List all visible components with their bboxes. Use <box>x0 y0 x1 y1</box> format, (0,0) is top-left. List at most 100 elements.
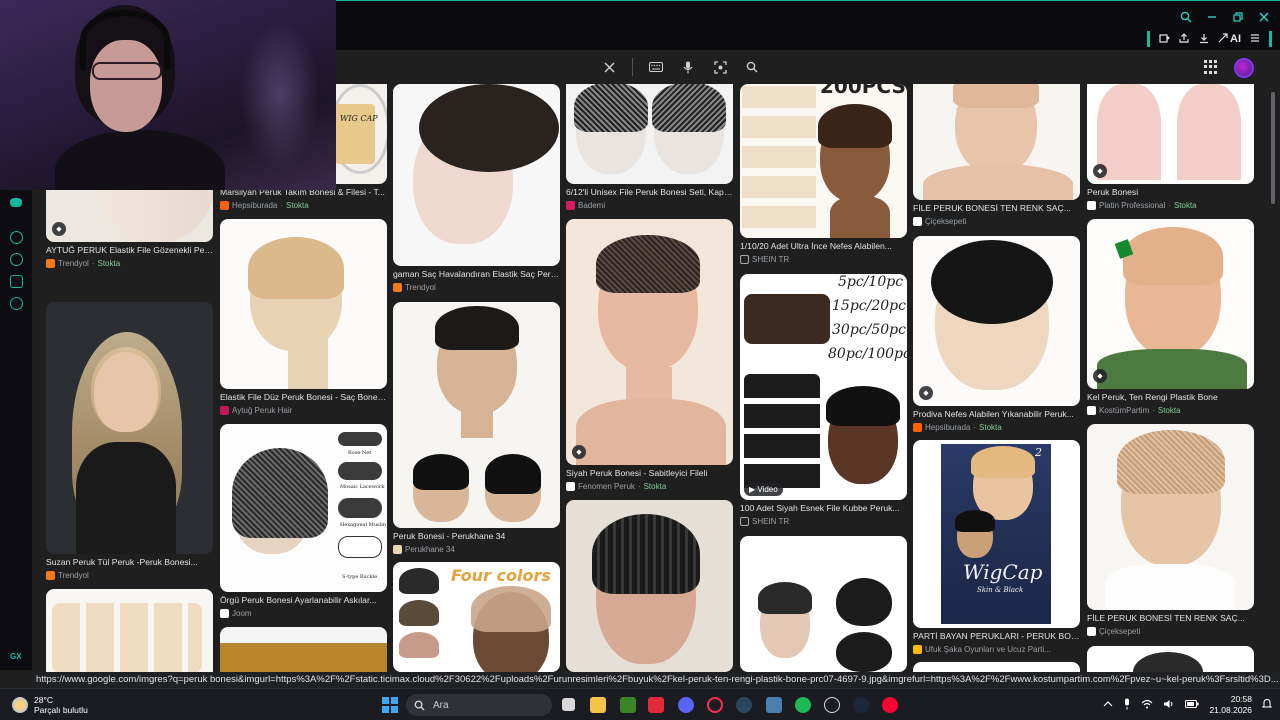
result-title[interactable]: Peruk Bonesi <box>1087 187 1254 198</box>
result-card[interactable]: WigCap Skin & Black 2 PARTİ BAYAN PERUKL… <box>913 440 1080 655</box>
result-thumbnail[interactable]: ◆ <box>566 219 733 465</box>
extensions-sidebar-icon[interactable] <box>10 275 23 288</box>
result-card[interactable] <box>46 589 213 672</box>
taskbar-search[interactable]: Ara <box>406 694 552 716</box>
notification-icon[interactable] <box>1261 698 1273 712</box>
result-title[interactable]: Peruk Bonesi - Perukhane 34 <box>393 531 560 542</box>
result-title[interactable]: Elastik File Düz Peruk Bonesi - Saç Bone… <box>220 392 387 403</box>
result-title[interactable]: Örgü Peruk Bonesi Ayarlanabilir Askılar.… <box>220 595 387 606</box>
history-icon[interactable] <box>10 253 23 266</box>
result-thumbnail[interactable]: 5pc/10pc 15pc/20pc 30pc/50pc 80pc/100pc … <box>740 274 907 500</box>
ai-icon[interactable] <box>1218 32 1228 46</box>
spotify-icon[interactable] <box>795 697 811 713</box>
task-view-icon[interactable] <box>562 698 575 711</box>
result-title[interactable]: Prodiva Nefes Alabilen Yıkanabilir Peruk… <box>913 409 1080 420</box>
result-card[interactable]: ◆ Prodiva Nefes Alabilen Yıkanabilir Per… <box>913 236 1080 433</box>
mic-icon[interactable] <box>679 58 697 76</box>
result-title[interactable]: 1/10/20 Adet Ultra İnce Nefes Alabilen..… <box>740 241 907 252</box>
result-card[interactable]: 200PCS 1/10/20 Adet Ultra İnce Nefes Ala… <box>740 84 907 265</box>
close-icon[interactable] <box>1256 9 1272 25</box>
share-icon[interactable] <box>1178 32 1190 47</box>
extensions-icon[interactable] <box>1158 32 1170 47</box>
opera-gx-taskbar-icon[interactable] <box>707 697 723 713</box>
result-title[interactable]: FİLE PERUK BONESİ TEN RENK SAÇ... <box>913 203 1080 214</box>
result-title[interactable]: Suzan Peruk Tül Peruk -Peruk Bonesi... <box>46 557 213 568</box>
result-card[interactable] <box>740 536 907 672</box>
steam-2-icon[interactable] <box>853 697 869 713</box>
account-avatar[interactable] <box>1234 58 1254 78</box>
result-title[interactable]: 6/12'li Unisex File Peruk Bonesi Seti, K… <box>566 187 733 198</box>
result-title[interactable]: PARTİ BAYAN PERUKLARI - PERUK BONE... <box>913 631 1080 642</box>
result-card[interactable]: FİLE PERUK BONESİ TEN RENK SAÇ... Çiçeks… <box>913 84 1080 227</box>
result-thumbnail[interactable] <box>740 536 907 672</box>
result-card[interactable]: Suzan Peruk Tül Peruk -Peruk Bonesi... T… <box>46 302 213 581</box>
result-card[interactable]: Peruk Bonesi - Perukhane 34 Perukhane 34 <box>393 302 560 555</box>
keyboard-icon[interactable] <box>647 58 665 76</box>
result-thumbnail[interactable] <box>393 302 560 528</box>
volume-icon[interactable] <box>1163 699 1175 711</box>
menu-icon[interactable] <box>1249 32 1261 47</box>
scrollbar-thumb[interactable] <box>1271 92 1275 204</box>
result-card[interactable] <box>566 500 733 672</box>
result-card[interactable]: ◆ Kel Peruk, Ten Rengi Plastik Bone Kost… <box>1087 219 1254 416</box>
result-card[interactable] <box>913 662 1080 672</box>
settings-icon[interactable] <box>10 297 23 310</box>
start-button[interactable] <box>382 697 398 713</box>
result-thumbnail[interactable] <box>1087 424 1254 610</box>
result-thumbnail[interactable] <box>1087 646 1254 672</box>
restore-icon[interactable] <box>1230 9 1246 25</box>
clock[interactable]: 20:58 21.08.2026 <box>1209 694 1252 716</box>
chatgpt-icon[interactable] <box>824 697 840 713</box>
youtube-icon[interactable] <box>882 697 898 713</box>
discord-taskbar-icon[interactable] <box>678 697 694 713</box>
result-thumbnail[interactable]: Rose Net Mosaic Lacework Hexagonal Musli… <box>220 424 387 592</box>
mic-tray-icon[interactable] <box>1123 698 1131 712</box>
result-card[interactable] <box>220 627 387 672</box>
result-card[interactable]: 6/12'li Unisex File Peruk Bonesi Seti, K… <box>566 84 733 211</box>
search-icon[interactable] <box>1178 9 1194 25</box>
result-title[interactable]: 100 Adet Siyah Esnek File Kubbe Peruk... <box>740 503 907 514</box>
result-thumbnail[interactable] <box>220 219 387 389</box>
file-explorer-icon[interactable] <box>590 697 606 713</box>
result-thumbnail[interactable] <box>566 500 733 672</box>
minecraft-icon[interactable] <box>620 697 636 713</box>
result-card[interactable]: 5pc/10pc 15pc/20pc 30pc/50pc 80pc/100pc … <box>740 274 907 527</box>
player-icon[interactable] <box>10 231 23 244</box>
vertical-scrollbar[interactable] <box>1270 84 1276 672</box>
result-thumbnail[interactable] <box>46 589 213 672</box>
app-blue-icon[interactable] <box>766 697 782 713</box>
result-thumbnail[interactable] <box>220 627 387 672</box>
apps-grid-icon[interactable] <box>1204 60 1218 74</box>
download-icon[interactable] <box>1198 32 1210 47</box>
result-card[interactable]: Elastik File Düz Peruk Bonesi - Saç Bone… <box>220 219 387 416</box>
result-card[interactable]: Rose Net Mosaic Lacework Hexagonal Musli… <box>220 424 387 619</box>
weather-widget[interactable]: 28°C Parçalı bulutlu <box>12 695 88 715</box>
result-card[interactable]: ◆ Peruk Bonesi Platin Professional · Stokt… <box>1087 84 1254 211</box>
result-thumbnail[interactable]: ◆ <box>1087 219 1254 389</box>
tray-chevron-icon[interactable] <box>1103 700 1113 710</box>
result-thumbnail[interactable]: 200PCS <box>740 84 907 238</box>
result-thumbnail[interactable]: ◆ <box>913 236 1080 406</box>
result-thumbnail[interactable] <box>393 84 560 266</box>
steam-icon[interactable] <box>736 697 752 713</box>
gx-label[interactable]: GX <box>10 652 22 661</box>
result-card[interactable]: gaman Saç Havalandıran Elastik Saç Peru.… <box>393 84 560 293</box>
result-card[interactable]: ◆ Siyah Peruk Bonesi - Sabitleyici Filel… <box>566 219 733 492</box>
discord-icon[interactable] <box>10 198 22 207</box>
clear-search-icon[interactable] <box>600 58 618 76</box>
result-thumbnail[interactable] <box>913 662 1080 672</box>
result-card[interactable]: Four colors <box>393 562 560 672</box>
wifi-icon[interactable] <box>1141 699 1153 711</box>
minimize-icon[interactable] <box>1204 9 1220 25</box>
result-thumbnail[interactable]: ◆ <box>1087 84 1254 184</box>
ai-label[interactable]: AI <box>1230 33 1241 45</box>
result-title[interactable]: Kel Peruk, Ten Rengi Plastik Bone <box>1087 392 1254 403</box>
result-card[interactable] <box>1087 646 1254 672</box>
app-red-icon[interactable] <box>648 697 664 713</box>
result-thumbnail[interactable] <box>46 302 213 554</box>
result-title[interactable]: Siyah Peruk Bonesi - Sabitleyici Fileli <box>566 468 733 479</box>
lens-icon[interactable] <box>711 58 729 76</box>
result-thumbnail[interactable]: WigCap Skin & Black 2 <box>913 440 1080 628</box>
search-icon[interactable] <box>743 58 761 76</box>
result-title[interactable]: FİLE PERUK BONESİ TEN RENK SAÇ... <box>1087 613 1254 624</box>
